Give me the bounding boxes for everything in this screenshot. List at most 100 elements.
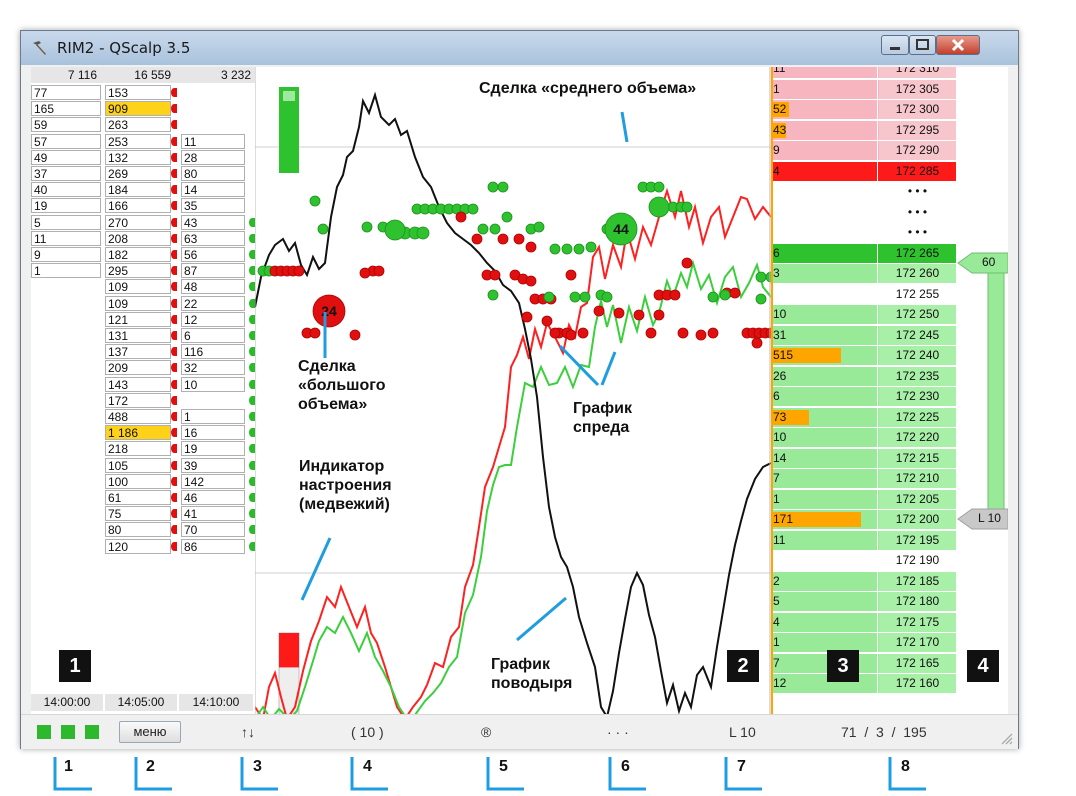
book-price: 172 205 — [879, 489, 956, 509]
book-row[interactable]: 6 172 230 — [771, 387, 956, 406]
book-price: • • • — [879, 202, 956, 222]
tape-cell-col2: 131 — [105, 328, 171, 343]
book-separator — [877, 120, 878, 140]
book-row[interactable]: 9 172 290 — [771, 141, 956, 160]
tape-cell-col3: 39 — [181, 457, 245, 473]
maximize-icon — [916, 39, 929, 50]
book-separator — [877, 100, 878, 119]
book-row[interactable]: 11 172 195 — [771, 530, 956, 550]
book-row[interactable]: 172 190 — [771, 551, 956, 570]
trade-dot — [467, 203, 479, 215]
book-row[interactable]: 172 255 — [771, 284, 956, 304]
sell-marker — [171, 266, 177, 276]
tape-cell-col3: 12 — [181, 311, 245, 327]
book-volume: 11 — [773, 532, 786, 547]
book-row[interactable]: 73 172 225 — [771, 407, 956, 427]
tape-cell-col3: 16 — [181, 425, 245, 441]
tape-cell-col2: 153 — [105, 85, 171, 100]
book-row[interactable]: 171 172 200 — [771, 510, 956, 529]
tape-cell-col3: 116 — [181, 344, 245, 360]
tape-cell-col3: 142 — [181, 473, 245, 489]
status-dots[interactable]: · · · — [607, 724, 629, 740]
trade-dot — [681, 257, 693, 269]
book-row[interactable]: • • • — [771, 223, 956, 242]
resize-grip-icon[interactable] — [999, 731, 1013, 745]
sell-marker — [171, 152, 177, 162]
book-row[interactable]: 7 172 210 — [771, 469, 956, 488]
book-row[interactable]: • • • — [771, 182, 956, 201]
trade-dot — [455, 211, 467, 223]
tape-cell-col2: 80 — [105, 522, 171, 538]
trade-dot — [533, 221, 545, 233]
tape-cell-col3: 43 — [181, 214, 245, 230]
trade-dot — [489, 223, 501, 235]
book-separator — [877, 223, 878, 242]
sell-marker — [171, 428, 177, 438]
book-row[interactable]: 2 172 185 — [771, 571, 956, 591]
book-volume: 1 — [773, 635, 780, 649]
book-row[interactable]: 12 172 160 — [771, 674, 956, 693]
book-row[interactable]: 31 172 245 — [771, 325, 956, 345]
tape-cell-col3: 86 — [181, 538, 245, 554]
trade-dot — [569, 291, 581, 303]
minimize-icon — [890, 47, 900, 50]
sell-marker — [171, 331, 177, 340]
book-row[interactable]: 6 172 265 — [771, 243, 956, 263]
trades-tape: 7 116 16 559 3 232 14:00:00 14:05:00 14:… — [31, 67, 255, 719]
book-row[interactable]: 26 172 235 — [771, 366, 956, 386]
trade-dot — [309, 327, 321, 339]
close-button[interactable] — [936, 35, 980, 55]
book-row[interactable]: 5 172 180 — [771, 592, 956, 611]
book-separator — [877, 448, 878, 468]
book-row[interactable]: 515 172 240 — [771, 346, 956, 365]
status-indicator-1 — [37, 725, 51, 739]
book-price: 172 215 — [879, 448, 956, 468]
position-bottom-label: L 10 — [978, 511, 1001, 525]
tape-cell-col1: 11 — [31, 230, 101, 246]
book-row[interactable]: 1 172 305 — [771, 79, 956, 99]
tape-cell-col3: 11 — [181, 133, 245, 149]
book-row[interactable]: 43 172 295 — [771, 120, 956, 140]
book-price: 172 240 — [879, 346, 956, 365]
book-row[interactable]: 4 172 285 — [771, 161, 956, 181]
sell-marker — [171, 412, 177, 421]
menu-button[interactable]: меню — [119, 721, 181, 743]
maximize-button[interactable] — [909, 35, 936, 55]
book-row[interactable]: 14 172 215 — [771, 448, 956, 468]
book-price: 172 310 — [879, 67, 956, 78]
trade-dot — [373, 265, 385, 277]
book-row[interactable]: 1 172 170 — [771, 633, 956, 652]
book-separator — [877, 305, 878, 324]
work-size[interactable]: ( 10 ) — [351, 724, 384, 740]
book-row[interactable]: 3 172 260 — [771, 264, 956, 283]
trade-dot — [585, 241, 597, 253]
book-price: 172 235 — [879, 366, 956, 386]
book-volume: 10 — [773, 430, 787, 444]
tape-cell-col2: 263 — [105, 117, 171, 133]
trade-dot — [751, 337, 763, 349]
sell-marker — [171, 525, 177, 535]
book-row[interactable]: 52 172 300 — [771, 100, 956, 119]
sort-toggle[interactable]: ↑↓ — [241, 724, 255, 740]
book-price: • • • — [879, 223, 956, 242]
book-row[interactable]: 7 172 165 — [771, 653, 956, 673]
book-row[interactable]: • • • — [771, 202, 956, 222]
book-row[interactable]: 1 172 205 — [771, 489, 956, 509]
book-price: 172 185 — [879, 571, 956, 591]
trade-dot — [648, 196, 670, 218]
title-bar[interactable]: RIM2 - QScalp 3.5 — [21, 31, 1018, 65]
book-row[interactable]: 10 172 220 — [771, 428, 956, 447]
book-row[interactable]: 4 172 175 — [771, 612, 956, 632]
minimize-button[interactable] — [881, 35, 909, 55]
registered-mark[interactable]: ® — [481, 724, 491, 740]
book-row[interactable]: 10 172 250 — [771, 305, 956, 324]
book-separator — [877, 633, 878, 652]
annotation-spread-chart: График спреда — [573, 400, 632, 436]
tape-cell-col3: 48 — [181, 279, 245, 295]
book-price: 172 255 — [879, 284, 956, 304]
book-row[interactable]: 11 172 310 — [771, 67, 956, 78]
tape-cell-col2: 1 186 — [105, 425, 171, 441]
callout-label-7: 7 — [737, 758, 746, 775]
book-volume: 6 — [773, 389, 780, 403]
tape-cell-col2: 109 — [105, 295, 171, 311]
